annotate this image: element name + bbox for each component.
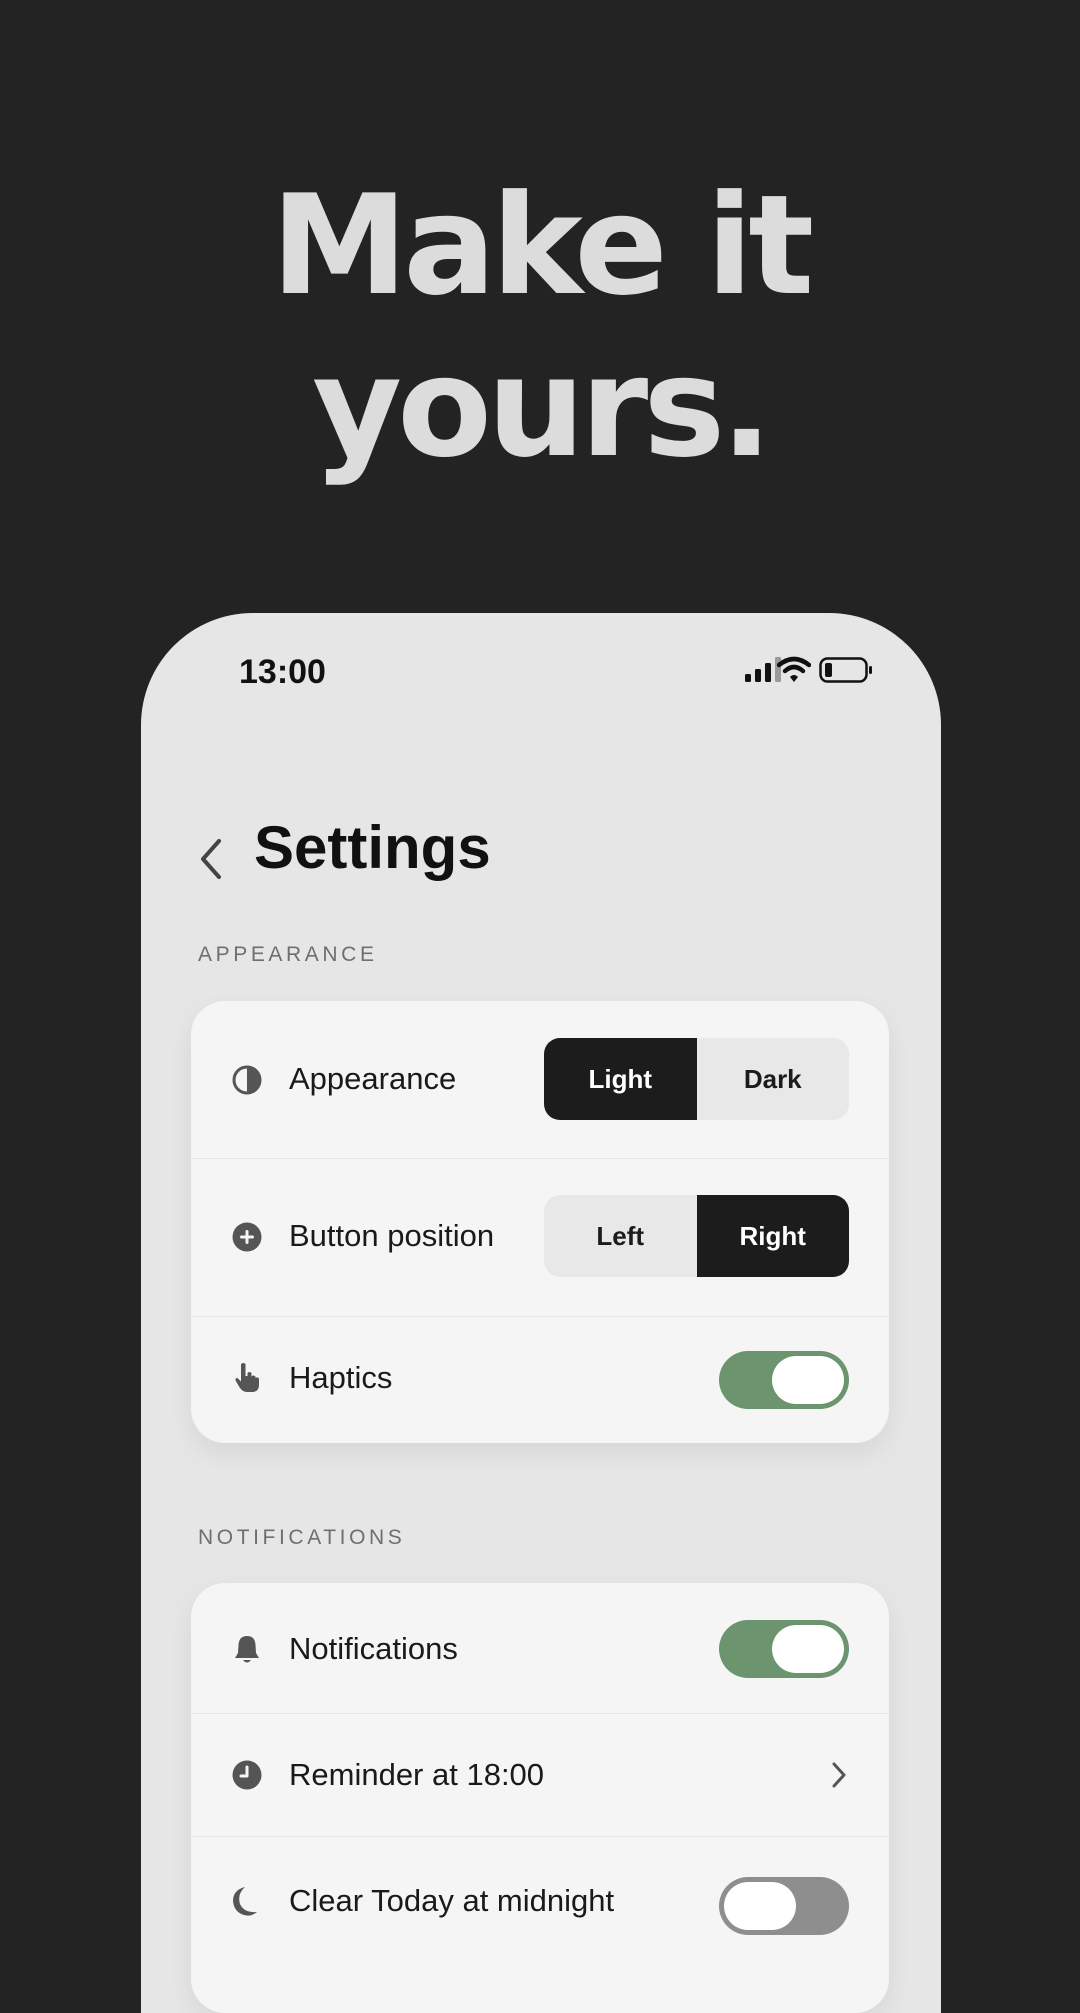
headline: Make it yours. — [0, 165, 1080, 489]
notifications-row: Notifications — [191, 1583, 889, 1713]
moon-icon — [233, 1887, 257, 1916]
notifications-label: Notifications — [289, 1631, 458, 1666]
appearance-card: Appearance Light Dark Button position Le… — [191, 1001, 889, 1443]
appearance-label: Appearance — [289, 1061, 457, 1096]
chevron-left-icon[interactable] — [193, 835, 229, 883]
button-position-label: Button position — [289, 1218, 495, 1253]
wifi-icon — [777, 656, 811, 682]
reminder-row[interactable]: Reminder at 18:00 — [191, 1714, 889, 1836]
button-position-segmented-control: Left Right — [544, 1195, 849, 1277]
toggle-knob — [724, 1882, 796, 1930]
headline-line-2: yours. — [312, 327, 773, 488]
button-position-option-right[interactable]: Right — [696, 1195, 849, 1277]
phone-screen: 13:00 Settings APPEARANCE Appearance Lig… — [141, 613, 941, 2013]
page-title: Settings — [254, 814, 491, 881]
clear-today-label: Clear Today at midnight — [289, 1883, 615, 1918]
notifications-toggle[interactable] — [719, 1620, 849, 1678]
appearance-section-label: APPEARANCE — [198, 943, 378, 966]
battery-icon — [819, 657, 872, 683]
plus-circle-icon — [232, 1222, 262, 1252]
clear-today-toggle[interactable] — [719, 1877, 849, 1935]
appearance-option-dark[interactable]: Dark — [697, 1038, 850, 1120]
appearance-segmented-control: Light Dark — [544, 1038, 849, 1120]
haptics-label: Haptics — [289, 1360, 393, 1395]
bell-icon — [235, 1636, 259, 1663]
status-time: 13:00 — [239, 653, 326, 691]
haptics-toggle[interactable] — [719, 1351, 849, 1409]
headline-line-1: Make it — [270, 165, 814, 326]
hand-pointer-icon — [235, 1363, 259, 1392]
clock-icon — [232, 1760, 262, 1790]
notifications-section-label: NOTIFICATIONS — [198, 1526, 406, 1549]
half-circle-icon — [232, 1065, 262, 1095]
notifications-card: Notifications Reminder at 18:00 Clear To… — [191, 1583, 889, 2013]
chevron-right-icon — [832, 1762, 846, 1788]
appearance-row: Appearance Light Dark — [191, 1001, 889, 1158]
button-position-row: Button position Left Right — [191, 1159, 889, 1316]
haptics-row: Haptics — [191, 1317, 889, 1443]
toggle-knob — [772, 1625, 844, 1673]
button-position-option-left[interactable]: Left — [544, 1195, 697, 1277]
clear-today-row: Clear Today at midnight — [191, 1837, 889, 1967]
appearance-option-light[interactable]: Light — [544, 1038, 697, 1120]
toggle-knob — [772, 1356, 844, 1404]
reminder-label: Reminder at 18:00 — [289, 1757, 545, 1792]
